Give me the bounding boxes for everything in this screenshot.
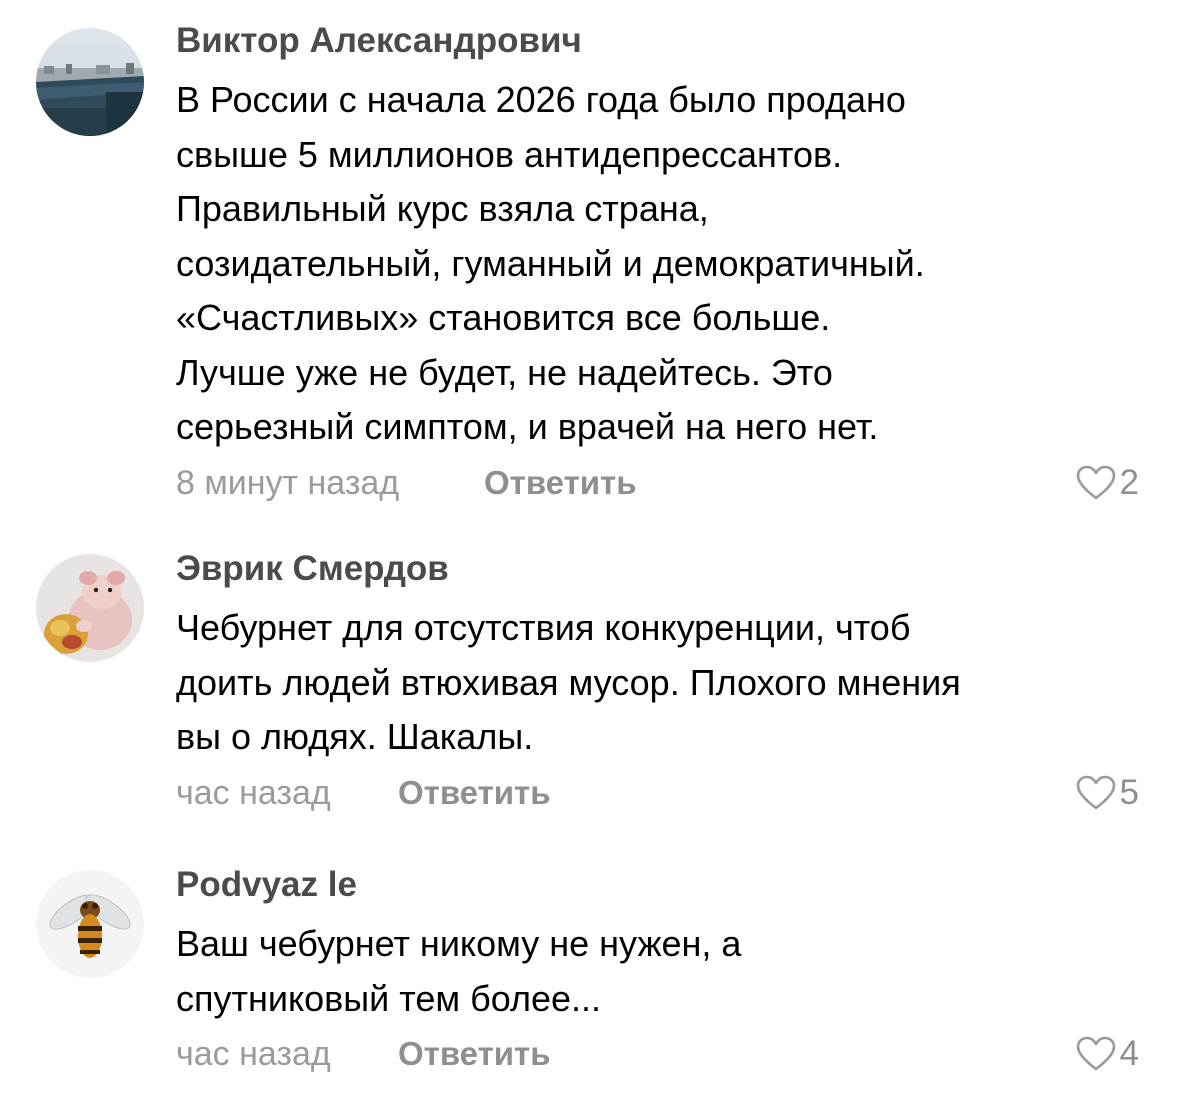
comment-content: Podvyaz le Ваш чебурнет никому не нужен,… [176,864,1139,1076]
like-button[interactable]: 4 [1076,1032,1139,1076]
hairless-rat-avatar-icon [36,554,144,662]
comment-meta: час назад Ответить 4 [176,1032,1139,1076]
comment-text-line: доить людей втюхивая мусор. Плохого мнен… [176,661,961,703]
avatar[interactable] [36,28,144,136]
comment-content: Эврик Смердов Чебурнет для отсутствия ко… [176,548,1139,815]
avatar[interactable] [36,554,144,662]
comment-text-line: «Счастливых» становится все больше. [176,297,831,338]
comment-text: В России с начала 2026 года было продано… [176,73,1139,455]
like-count: 5 [1119,772,1139,812]
comment-text-line: свыше 5 миллионов антидепрессантов. [176,133,843,175]
heart-icon [1076,775,1115,809]
reply-button[interactable]: Ответить [484,461,637,505]
like-count: 2 [1119,462,1139,502]
heart-icon [1076,465,1115,499]
comment-meta: 8 минут назад Ответить 2 [176,461,1139,505]
comment-meta: час назад Ответить 5 [176,771,1139,815]
comment-author[interactable]: Podvyaz le [176,864,1139,906]
comment-text-line: Лучше уже не будет, не надейтесь. Это [176,351,833,393]
comment-text-line: Правильный курс взяла страна, [176,188,709,229]
comment-timestamp: час назад [176,1035,331,1073]
comment-author[interactable]: Виктор Александрович [176,20,1139,62]
comment-author[interactable]: Эврик Смердов [176,548,1139,590]
city-photo-avatar-icon [36,28,144,136]
comment-timestamp: час назад [176,773,331,812]
comment-text-line: В России с начала 2026 года было продано [176,79,906,120]
reply-button[interactable]: Ответить [398,771,551,815]
heart-icon [1076,1036,1115,1071]
like-count: 4 [1119,1034,1139,1073]
hoverfly-avatar-icon [36,870,144,978]
like-button[interactable]: 2 [1076,461,1139,505]
comment-text-line: Ваш чебурнет никому не нужен, а [176,923,742,964]
comment-text-line: вы о людях. Шакалы. [176,716,534,757]
comment-content: Виктор Александрович В России с начала 2… [176,20,1139,505]
comment-text-line: серьезный симптом, и врачей на него нет. [176,406,879,447]
comment-text-line: Чебурнет для отсутствия конкуренции, что… [176,607,911,648]
comment-text-line: спутниковый тем более... [176,977,602,1019]
avatar[interactable] [36,870,144,978]
like-button[interactable]: 5 [1076,771,1139,815]
comment-text-line: созидательный, гуманный и демократичный. [176,242,925,284]
comment-text: Ваш чебурнет никому не нужен, а спутнико… [176,917,1139,1026]
comment-text: Чебурнет для отсутствия конкуренции, что… [176,601,1139,765]
comment-timestamp: 8 минут назад [176,463,400,502]
reply-button[interactable]: Ответить [398,1032,551,1076]
